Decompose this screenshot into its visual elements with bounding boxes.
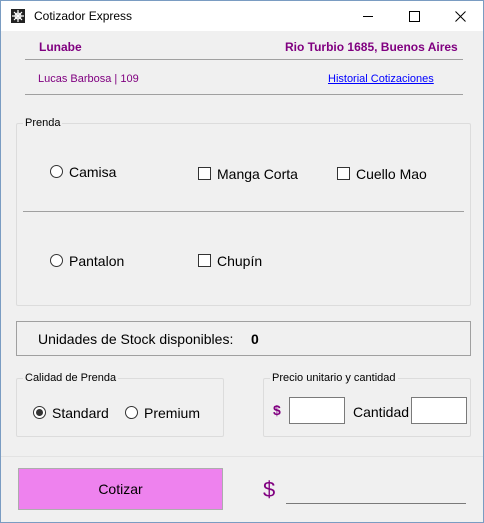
price-input[interactable] (289, 397, 345, 424)
cuello-mao-checkbox[interactable] (337, 167, 350, 180)
manga-corta-checkbox[interactable] (198, 167, 211, 180)
store-name: Lunabe (39, 40, 82, 54)
close-button[interactable] (437, 1, 483, 31)
maximize-icon (408, 10, 420, 22)
cuello-mao-label[interactable]: Cuello Mao (356, 166, 427, 182)
standard-label[interactable]: Standard (52, 405, 109, 421)
premium-radio[interactable] (125, 406, 138, 419)
maximize-button[interactable] (391, 1, 437, 31)
calidad-group-title: Calidad de Prenda (23, 372, 119, 384)
total-field (286, 485, 466, 504)
app-icon (11, 9, 25, 23)
cotizar-button[interactable]: Cotizar (18, 468, 223, 510)
pantalon-label[interactable]: Pantalon (69, 253, 124, 269)
pantalon-radio[interactable] (50, 254, 63, 267)
price-currency-symbol: $ (273, 402, 281, 418)
title-bar[interactable]: Cotizador Express (1, 1, 483, 31)
quantity-label: Cantidad (353, 404, 410, 420)
store-address: Rio Turbio 1685, Buenos Aires (285, 40, 458, 54)
quantity-input[interactable] (411, 397, 467, 424)
history-link[interactable]: Historial Cotizaciones (328, 73, 434, 85)
total-currency-symbol: $ (263, 477, 276, 502)
chupin-label[interactable]: Chupín (217, 253, 262, 269)
seller-info: Lucas Barbosa | 109 (38, 73, 139, 85)
chupin-checkbox[interactable] (198, 254, 211, 267)
prenda-group-title: Prenda (23, 117, 63, 129)
footer-divider (1, 456, 483, 457)
prenda-group (16, 123, 471, 306)
camisa-label[interactable]: Camisa (69, 164, 116, 180)
precio-group-title: Precio unitario y cantidad (270, 372, 398, 384)
window-title: Cotizador Express (34, 9, 133, 23)
minimize-button[interactable] (345, 1, 391, 31)
header-divider-top (25, 59, 463, 60)
close-icon (454, 10, 466, 22)
standard-radio[interactable] (33, 406, 46, 419)
premium-label[interactable]: Premium (144, 405, 200, 421)
minimize-icon (363, 16, 373, 17)
stock-value: 0 (251, 331, 259, 347)
camisa-radio[interactable] (50, 165, 63, 178)
app-window: Cotizador Express Lunabe Rio Turbio 1685… (0, 0, 484, 523)
header-divider-bottom (25, 94, 463, 95)
stock-label: Unidades de Stock disponibles: (38, 331, 234, 347)
prenda-divider (23, 211, 464, 212)
manga-corta-label[interactable]: Manga Corta (217, 166, 298, 182)
